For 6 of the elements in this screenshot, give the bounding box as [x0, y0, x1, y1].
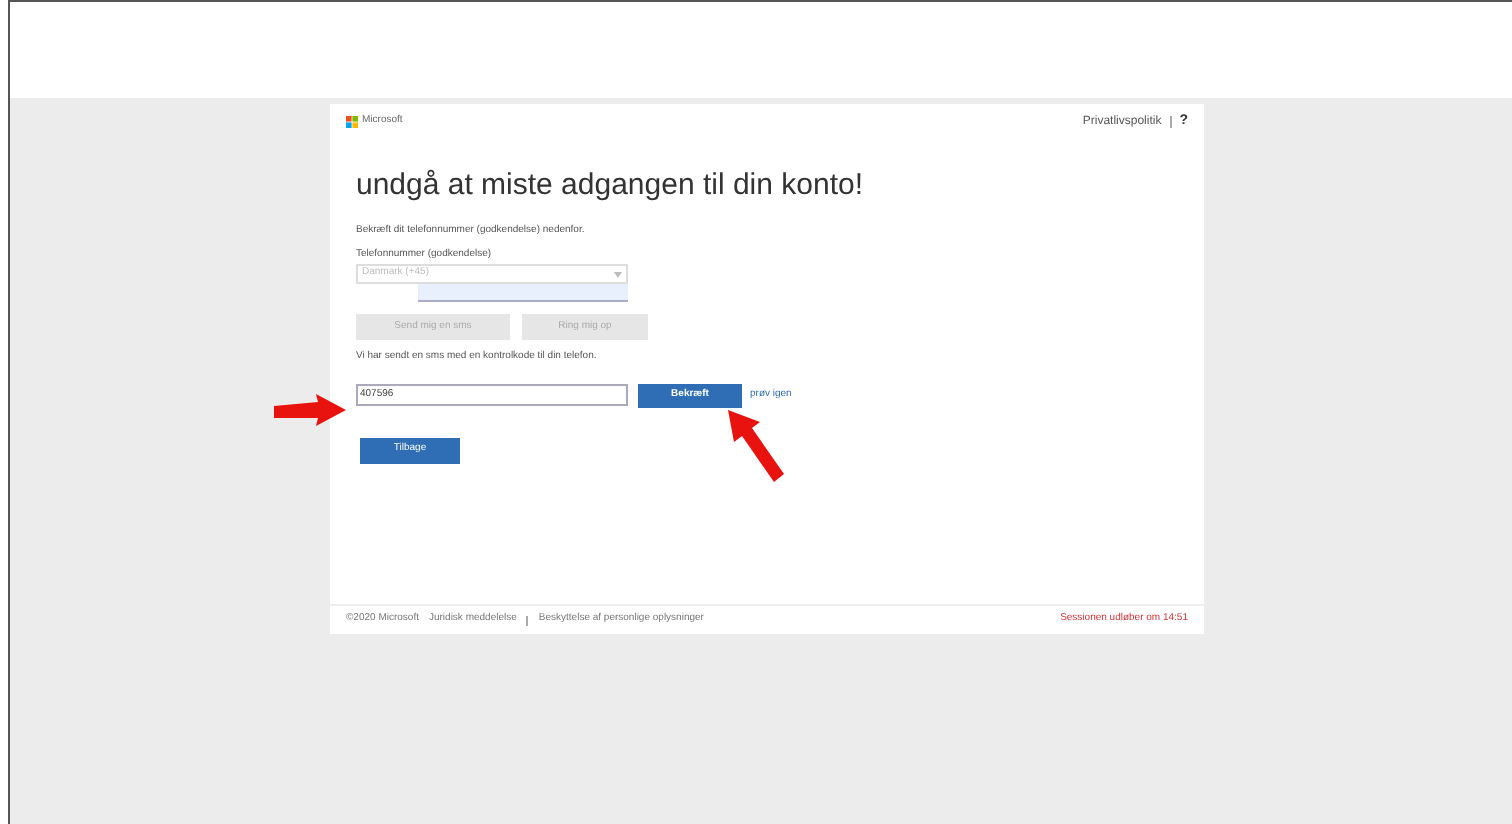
- phone-field[interactable]: [418, 284, 628, 302]
- logo-icon: [346, 116, 358, 128]
- page-heading: undgå at miste adgangen til din konto!: [356, 170, 866, 200]
- pointer-arrow-icon: [274, 394, 346, 426]
- caret-icon: [614, 271, 622, 277]
- pointer-arrow-icon: [728, 410, 784, 482]
